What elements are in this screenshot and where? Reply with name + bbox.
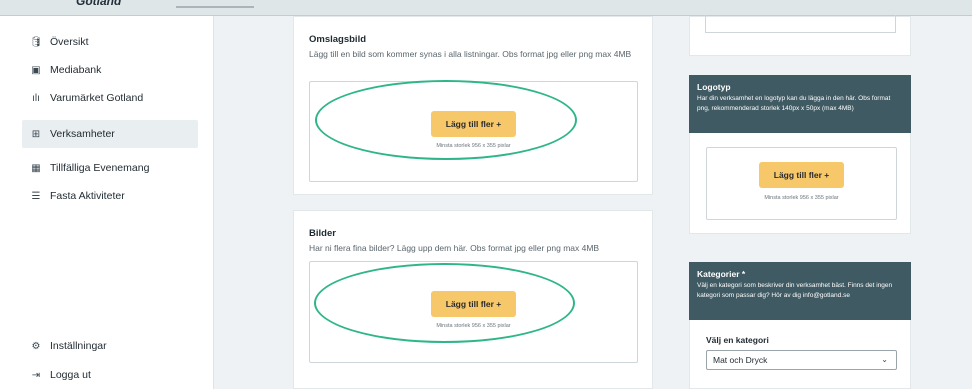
description-textarea[interactable]	[705, 15, 896, 33]
sitemap-icon: ⊞	[31, 128, 41, 140]
sidebar-item-label: Tillfälliga Evenemang	[50, 162, 150, 174]
chevron-down-icon: ⌄	[881, 355, 888, 364]
sidebar-item-varumarket[interactable]: ılı Varumärket Gotland	[22, 84, 198, 112]
gear-icon: ⚙	[31, 340, 41, 352]
sidebar-item-label: Varumärket Gotland	[50, 92, 144, 104]
list-icon: ☰	[31, 190, 41, 202]
cover-description: Lägg till en bild som kommer synas i all…	[309, 49, 632, 59]
database-icon: 🛢	[29, 36, 43, 48]
logo-dropzone[interactable]: Lägg till fler + Minsta storlek 956 x 35…	[706, 147, 897, 220]
categories-description: Välj en kategori som beskriver din verks…	[697, 282, 893, 299]
category-selected-value: Mat och Dryck	[713, 355, 768, 365]
brand-icon: ılı	[32, 92, 40, 104]
sidebar-item-aktiviteter[interactable]: ☰ Fasta Aktiviteter	[22, 182, 198, 210]
logo-add-button[interactable]: Lägg till fler +	[759, 162, 844, 188]
sidebar-item-mediabank[interactable]: ▣ Mediabank	[22, 56, 198, 84]
sidebar-item-logout[interactable]: ⇥ Logga ut	[22, 361, 198, 389]
categories-card-header: Kategorier * Välj en kategori som beskri…	[689, 262, 911, 320]
sidebar-item-installningar[interactable]: ⚙ Inställningar	[22, 332, 198, 360]
images-add-button[interactable]: Lägg till fler +	[431, 291, 516, 317]
images-title: Bilder	[309, 228, 336, 239]
images-description: Har ni flera fina bilder? Lägg upp dem h…	[309, 243, 600, 253]
category-select-label: Välj en kategori	[706, 335, 769, 345]
sidebar-item-oversikt[interactable]: 🛢 Översikt	[22, 28, 198, 56]
categories-title: Kategorier *	[697, 269, 746, 279]
main-content: Omslagsbild Lägg till en bild som kommer…	[214, 15, 972, 389]
category-select[interactable]: Mat och Dryck ⌄	[706, 350, 897, 370]
images-dropzone[interactable]: Lägg till fler + Minsta storlek 956 x 35…	[309, 261, 638, 363]
images-size-hint: Minsta storlek 956 x 355 pixlar	[436, 323, 511, 329]
sidebar-item-label: Logga ut	[50, 369, 91, 381]
logo-card-body: Lägg till fler + Minsta storlek 956 x 35…	[689, 133, 911, 234]
sidebar-item-label: Inställningar	[50, 340, 107, 352]
top-bar: Gotland	[0, 0, 972, 16]
sidebar-item-label: Fasta Aktiviteter	[50, 190, 125, 202]
image-icon: ▣	[31, 64, 41, 76]
sidebar-item-label: Verksamheter	[50, 128, 115, 140]
logo-title: Logotyp	[697, 82, 731, 92]
categories-card-body: Välj en kategori Mat och Dryck ⌄	[689, 320, 911, 389]
calendar-icon: ▦	[31, 162, 41, 174]
cover-dropzone[interactable]: Lägg till fler + Minsta storlek 956 x 35…	[309, 81, 638, 182]
logo-size-hint: Minsta storlek 956 x 355 pixlar	[764, 195, 839, 201]
images-card: Bilder Har ni flera fina bilder? Lägg up…	[293, 210, 653, 389]
brand-logo[interactable]: Gotland	[76, 0, 121, 8]
logo-description: Har din verksamhet en logotyp kan du läg…	[697, 95, 891, 112]
cover-size-hint: Minsta storlek 956 x 355 pixlar	[436, 143, 511, 149]
cover-add-button[interactable]: Lägg till fler +	[431, 111, 516, 137]
tab-indicator	[176, 6, 254, 8]
cover-title: Omslagsbild	[309, 34, 367, 45]
description-card	[689, 15, 911, 56]
sidebar-item-label: Översikt	[50, 36, 89, 48]
logo-card-header: Logotyp Har din verksamhet en logotyp ka…	[689, 75, 911, 133]
logout-icon: ⇥	[31, 369, 41, 381]
sidebar-item-verksamheter[interactable]: ⊞ Verksamheter	[22, 120, 198, 148]
sidebar-item-evenemang[interactable]: ▦ Tillfälliga Evenemang	[22, 154, 198, 182]
sidebar-item-label: Mediabank	[50, 64, 102, 76]
cover-image-card: Omslagsbild Lägg till en bild som kommer…	[293, 16, 653, 195]
sidebar: 🛢 Översikt ▣ Mediabank ılı Varumärket Go…	[0, 16, 214, 389]
